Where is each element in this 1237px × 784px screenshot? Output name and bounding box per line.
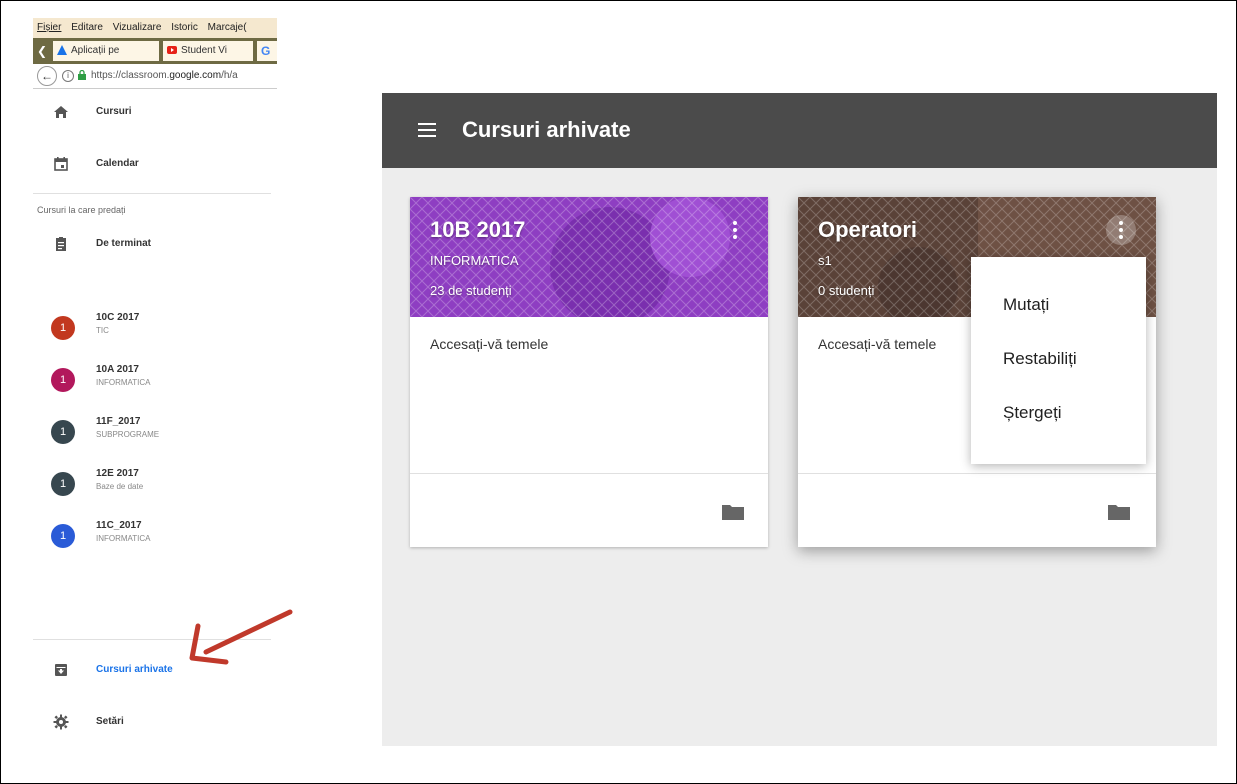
menu-item-restabiliti[interactable]: Restabiliți [971, 339, 1146, 379]
folder-icon[interactable] [722, 503, 744, 520]
url-text: https://classroom.google.com/h/a [91, 70, 238, 81]
page-title: Cursuri arhivate [462, 117, 631, 142]
sidebar-item-setari[interactable]: Setări [33, 702, 277, 742]
classroom-main: Cursuri arhivate 10B 2017 INFORMATICA 23… [382, 93, 1217, 746]
menu-bookmarks[interactable]: Marcaje( [208, 22, 247, 33]
tab-aplicatii[interactable]: Aplicații pe [53, 41, 159, 61]
sidebar-item-de-terminat[interactable]: De terminat [33, 224, 277, 264]
course-title: 11C_2017 [96, 520, 142, 531]
browser-tabstrip: ❮ Aplicații pe Student Vi G [33, 38, 277, 64]
course-badge: 1 [51, 420, 75, 444]
more-options-icon[interactable] [1106, 215, 1136, 245]
info-icon[interactable]: i [62, 70, 74, 82]
card-title[interactable]: 10B 2017 [430, 217, 525, 243]
sidebar-course-12e[interactable]: 1 12E 2017 Baze de date [33, 462, 277, 506]
menu-history[interactable]: Istoric [171, 22, 198, 33]
card-title[interactable]: Operatori [818, 217, 917, 243]
menu-item-mutati[interactable]: Mutați [971, 285, 1146, 325]
archive-icon [55, 664, 67, 676]
youtube-icon [167, 46, 177, 55]
google-icon: G [261, 44, 271, 58]
tabs-scroll-left-icon[interactable]: ❮ [35, 42, 49, 60]
section-label: Cursuri la care predați [37, 205, 126, 215]
sidebar-divider [33, 193, 271, 194]
course-badge: 1 [51, 524, 75, 548]
sidebar-course-10c[interactable]: 1 10C 2017 TIC [33, 306, 277, 350]
menu-item-stergeti[interactable]: Ștergeți [971, 393, 1146, 433]
url-bar[interactable]: ← i https://classroom.google.com/h/a [33, 64, 277, 89]
tab-google[interactable]: G [257, 41, 277, 61]
sidebar-item-calendar[interactable]: Calendar [33, 144, 277, 184]
card-options-menu: Mutați Restabiliți Ștergeți [971, 257, 1146, 464]
card-divider [410, 473, 768, 474]
course-badge: 1 [51, 368, 75, 392]
tab-student[interactable]: Student Vi [163, 41, 253, 61]
card-header[interactable]: 10B 2017 INFORMATICA 23 de studenți [410, 197, 768, 317]
course-card-10b[interactable]: 10B 2017 INFORMATICA 23 de studenți Acce… [410, 197, 768, 547]
sidebar-course-11c[interactable]: 1 11C_2017 INFORMATICA [33, 514, 277, 558]
sidebar-item-cursuri[interactable]: Cursuri [33, 92, 277, 132]
gear-icon [53, 714, 69, 730]
menu-edit[interactable]: Editare [71, 22, 103, 33]
course-subtitle: Baze de date [96, 482, 144, 491]
course-title: 10A 2017 [96, 364, 139, 375]
course-subtitle: TIC [96, 326, 109, 335]
course-subtitle: INFORMATICA [96, 534, 151, 543]
sidebar-course-11f[interactable]: 1 11F_2017 SUBPROGRAME [33, 410, 277, 454]
course-subtitle: SUBPROGRAME [96, 430, 160, 439]
clipboard-icon [56, 237, 66, 251]
lock-icon [78, 70, 86, 80]
card-student-count: 0 studenți [818, 283, 875, 298]
card-link[interactable]: Accesați-vă temele [818, 336, 936, 352]
back-arrow-icon[interactable]: ← [37, 66, 57, 86]
card-subtitle: INFORMATICA [430, 253, 519, 268]
course-title: 10C 2017 [96, 312, 140, 323]
home-icon [54, 106, 68, 118]
menu-view[interactable]: Vizualizare [113, 22, 162, 33]
card-student-count: 23 de studenți [430, 283, 512, 298]
annotation-arrow-icon [189, 609, 293, 665]
course-subtitle: INFORMATICA [96, 378, 151, 387]
sidebar-course-10a[interactable]: 1 10A 2017 INFORMATICA [33, 358, 277, 402]
course-badge: 1 [51, 472, 75, 496]
more-options-icon[interactable] [720, 215, 750, 245]
card-link[interactable]: Accesați-vă temele [430, 336, 548, 352]
course-title: 11F_2017 [96, 416, 141, 427]
card-subtitle: s1 [818, 253, 832, 268]
browser-menubar: Fișier Editare Vizualizare Istoric Marca… [33, 18, 277, 38]
calendar-icon [54, 157, 68, 171]
course-title: 12E 2017 [96, 468, 139, 479]
app-header: Cursuri arhivate [382, 93, 1217, 168]
hamburger-menu-icon[interactable] [418, 123, 436, 137]
course-badge: 1 [51, 316, 75, 340]
card-divider [798, 473, 1156, 474]
app-icon [57, 45, 67, 56]
menu-file[interactable]: Fișier [37, 22, 61, 33]
folder-icon[interactable] [1108, 503, 1130, 520]
